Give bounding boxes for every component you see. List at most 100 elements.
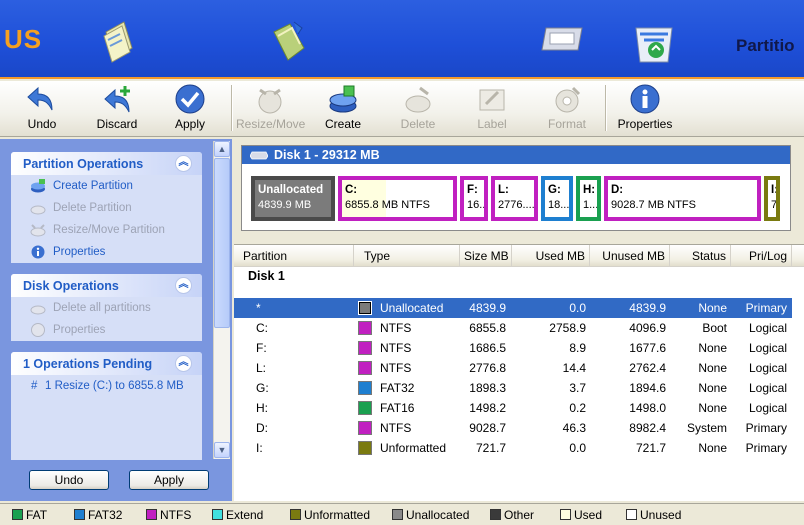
cell-size: 4839.9 (469, 301, 506, 315)
disk-map: Disk 1 - 29312 MB Unallocated 4839.9 MB C:… (234, 139, 804, 242)
disk-properties-link[interactable]: Properties (11, 319, 202, 341)
apply-button[interactable]: Apply (170, 84, 210, 134)
delete-all-partitions-link[interactable]: Delete all partitions (11, 297, 202, 319)
disk-operations-header[interactable]: Disk Operations ︽ (11, 274, 202, 297)
delete-icon (405, 86, 431, 113)
column-used[interactable]: Used MB (512, 245, 590, 267)
legend-label: FAT32 (88, 508, 123, 522)
column-prilog[interactable]: Pri/Log (731, 245, 792, 267)
segment-g[interactable]: G: 18... (541, 176, 573, 221)
partition-properties-link[interactable]: Properties (11, 241, 202, 263)
cell-used: 0.2 (569, 401, 586, 415)
create-partition-icon (329, 85, 357, 113)
cell-prilog: Logical (748, 401, 787, 415)
segment-unallocated[interactable]: Unallocated 4839.9 MB (251, 176, 335, 221)
label-button[interactable]: Label (472, 84, 512, 134)
partition-manager-window: US Partitio Undo Discard Apply Resize/Mo… (0, 0, 804, 525)
operations-pending-panel: 1 Operations Pending ︽ #1 Resize (C:) to… (11, 352, 202, 460)
apply-pending-button[interactable]: Apply (129, 470, 209, 490)
segment-h[interactable]: H: 1... (576, 176, 601, 221)
info-icon (630, 84, 660, 114)
segment-info: 9028.7 MB NTFS (611, 199, 696, 211)
cell-type: NTFS (380, 341, 412, 355)
cell-unused: 4839.9 (629, 301, 666, 315)
info-icon (31, 245, 45, 259)
cell-partition: D: (256, 421, 268, 435)
resize-move-icon (30, 224, 46, 237)
format-button[interactable]: Format (546, 84, 588, 134)
segment-d[interactable]: D: 9028.7 MB NTFS (604, 176, 761, 221)
table-row[interactable]: G: FAT32 1898.3 3.7 1894.6 None Logical (234, 378, 792, 398)
segment-l[interactable]: L: 2776.... (491, 176, 538, 221)
column-partition[interactable]: Partition (234, 245, 354, 267)
discard-button[interactable]: Discard (94, 84, 140, 134)
disk-header[interactable]: Disk 1 - 29312 MB (242, 146, 790, 164)
brand-logo-text: US (4, 24, 43, 54)
type-color-swatch (358, 421, 372, 435)
undo-button[interactable]: Undo (22, 84, 62, 134)
type-color-swatch (358, 341, 372, 355)
cell-partition: * (256, 301, 261, 315)
table-row[interactable]: L: NTFS 2776.8 14.4 2762.4 None Logical (234, 358, 792, 378)
cell-unused: 2762.4 (629, 361, 666, 375)
column-type[interactable]: Type (354, 245, 460, 267)
pending-operation-item[interactable]: #1 Resize (C:) to 6855.8 MB (11, 375, 202, 397)
table-row[interactable]: C: NTFS 6855.8 2758.9 4096.9 Boot Logical (234, 318, 792, 338)
cell-size: 2776.8 (469, 361, 506, 375)
collapse-icon[interactable]: ︽ (175, 277, 192, 294)
checkmark-icon (175, 84, 205, 114)
cell-prilog: Primary (745, 441, 787, 455)
partition-operations-header[interactable]: Partition Operations ︽ (11, 152, 202, 175)
segment-info: 18... (548, 199, 570, 211)
cell-type: FAT32 (380, 381, 415, 395)
column-unused[interactable]: Unused MB (590, 245, 670, 267)
cell-partition: C: (256, 321, 268, 335)
task-pane-scrollbar[interactable]: ▲ ▼ (213, 141, 230, 459)
cell-status: System (686, 421, 727, 435)
resize-move-partition-link[interactable]: Resize/Move Partition (11, 219, 202, 241)
legend-swatch (290, 509, 301, 520)
delete-partition-link[interactable]: Delete Partition (11, 197, 202, 219)
table-row[interactable]: F: NTFS 1686.5 8.9 1677.6 None Logical (234, 338, 792, 358)
cell-size: 1498.2 (469, 401, 506, 415)
cell-unused: 1677.6 (629, 341, 666, 355)
delete-all-icon (30, 305, 46, 315)
legend-item: Unformatted (290, 508, 370, 522)
table-row[interactable]: D: NTFS 9028.7 46.3 8982.4 System Primary (234, 418, 792, 438)
undo-pending-button[interactable]: Undo (29, 470, 109, 490)
cell-unused: 1498.0 (629, 401, 666, 415)
cell-used: 14.4 (562, 361, 586, 375)
cell-status: Boot (702, 321, 727, 335)
cell-partition: H: (256, 401, 268, 415)
cell-partition: F: (256, 341, 267, 355)
cell-prilog: Logical (748, 341, 787, 355)
segment-f[interactable]: F: 16.. (460, 176, 488, 221)
scroll-thumb[interactable] (214, 158, 230, 328)
segment-info: 16.. (467, 199, 486, 211)
table-row[interactable]: I: Unformatted 721.7 0.0 721.7 None Primary (234, 438, 792, 458)
scroll-up-icon[interactable]: ▲ (214, 141, 230, 157)
delete-button[interactable]: Delete (398, 84, 438, 134)
legend-swatch (392, 509, 403, 520)
scroll-down-icon[interactable]: ▼ (214, 442, 230, 458)
properties-button[interactable]: Properties (616, 84, 674, 134)
collapse-icon[interactable]: ︽ (175, 355, 192, 372)
column-status[interactable]: Status (670, 245, 731, 267)
cell-size: 1686.5 (469, 341, 506, 355)
legend-label: Used (574, 508, 603, 522)
operations-pending-header[interactable]: 1 Operations Pending ︽ (11, 352, 202, 375)
segment-i[interactable]: I: 7 (764, 176, 780, 221)
collapse-icon[interactable]: ︽ (175, 155, 192, 172)
table-row[interactable]: H: FAT16 1498.2 0.2 1498.0 None Logical (234, 398, 792, 418)
table-row[interactable]: * Unallocated 4839.9 0.0 4839.9 None Primary (234, 298, 792, 318)
segment-c[interactable]: C: 6855.8 MB NTFS (338, 176, 457, 221)
legend-item: Used (560, 508, 602, 522)
create-button[interactable]: Create (323, 84, 363, 134)
delete-partition-icon (30, 205, 46, 215)
cell-type: FAT16 (380, 401, 415, 415)
table-header: Partition Type Size MB Used MB Unused MB… (234, 245, 804, 267)
cell-unused: 8982.4 (629, 421, 666, 435)
column-size[interactable]: Size MB (460, 245, 512, 267)
resize-move-button[interactable]: Resize/Move (236, 84, 305, 134)
create-partition-link[interactable]: Create Partition (11, 175, 202, 197)
